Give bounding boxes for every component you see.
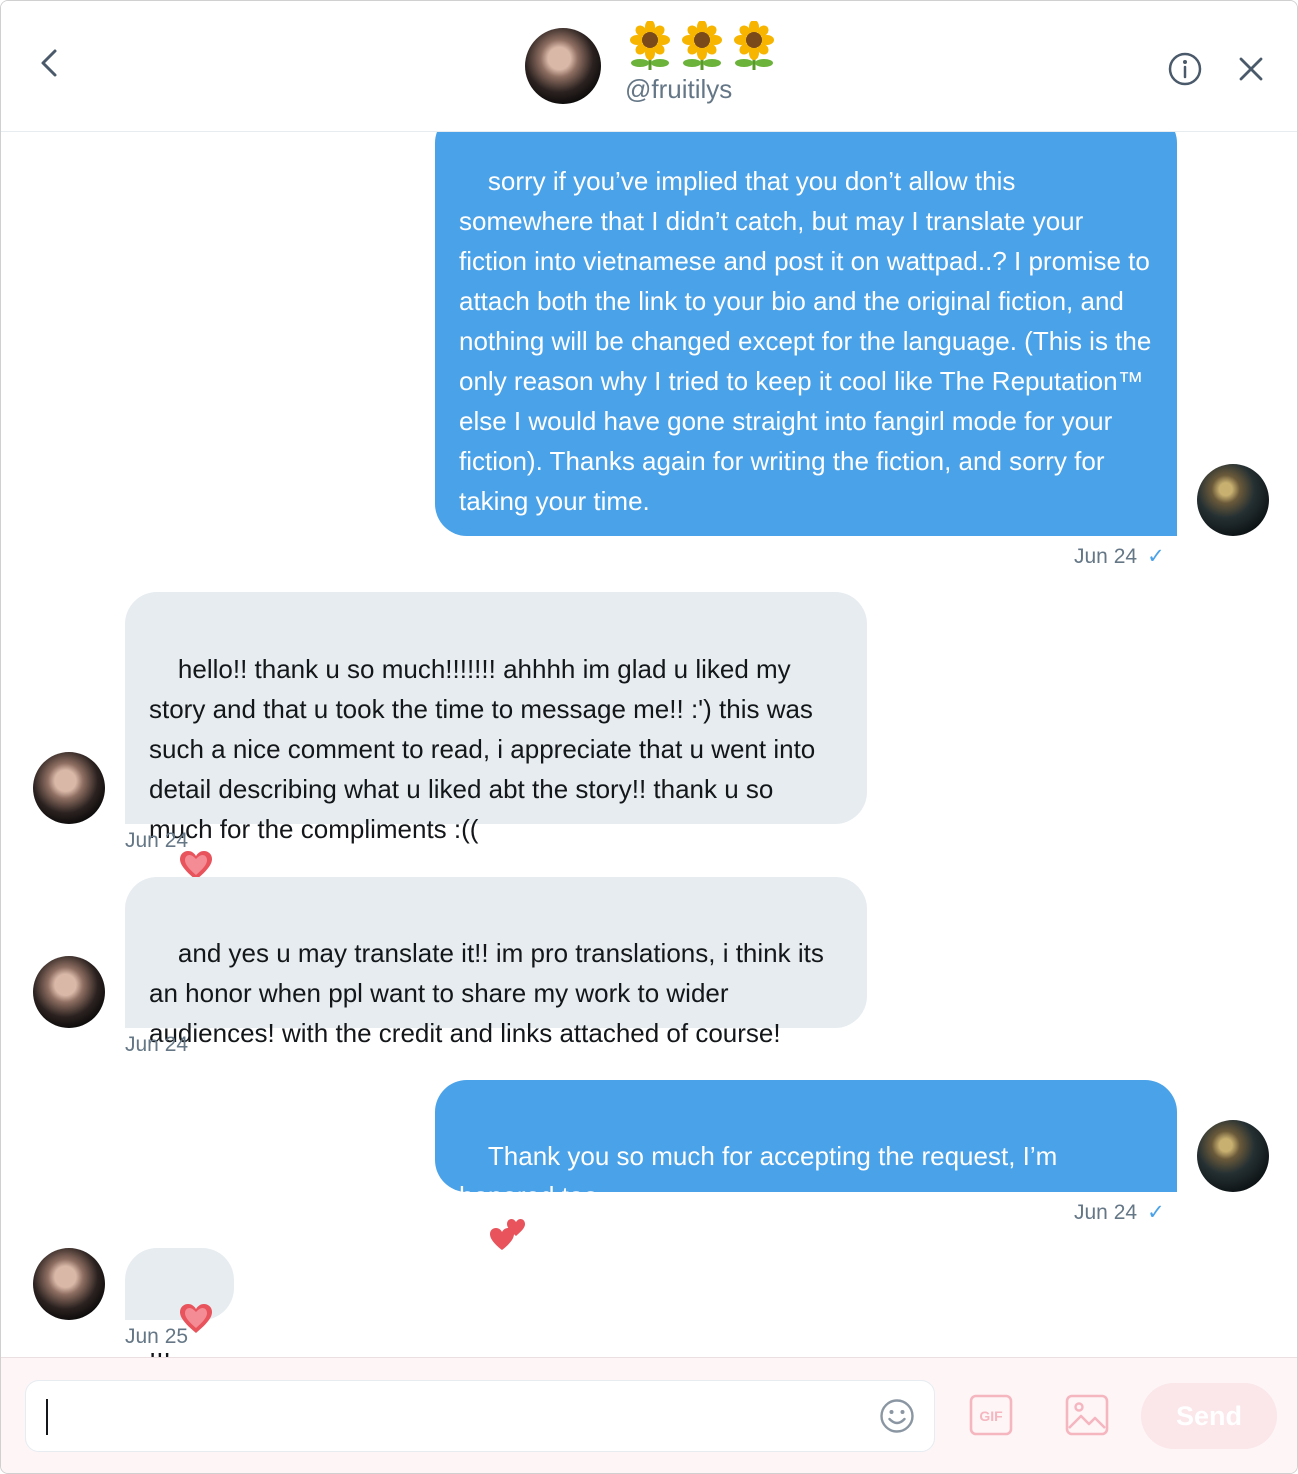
sunflower-emoji-icon <box>682 21 722 70</box>
read-check-icon: ✓ <box>1147 545 1165 568</box>
back-button[interactable] <box>29 41 69 85</box>
message-text: sorry if you’ve implied that you don’t a… <box>459 166 1159 516</box>
sent-message-bubble[interactable]: Thank you so much for accepting the requ… <box>435 1080 1177 1294</box>
smiley-icon <box>880 1399 914 1433</box>
header-avatar[interactable] <box>525 28 601 104</box>
received-message-bubble[interactable]: hello!! thank u so much!!!!!!! ahhhh im … <box>125 592 867 880</box>
two-hearts-emoji-icon <box>489 1219 525 1250</box>
user-handle[interactable]: @fruitilys <box>625 74 732 105</box>
message-timestamp: Jun 24 <box>125 1033 189 1056</box>
message-timestamp: Jun 24 ✓ <box>1074 545 1165 568</box>
message-timestamp: Jun 24 ✓ <box>1074 1201 1165 1224</box>
sender-avatar[interactable] <box>33 752 105 824</box>
display-name[interactable] <box>627 21 777 71</box>
message-text: Thank you so much for accepting the requ… <box>459 1141 1065 1211</box>
dm-window: @fruitilys sorry if you’ve implied that … <box>0 0 1298 1474</box>
my-avatar[interactable] <box>1197 1120 1269 1192</box>
gif-button[interactable]: GIF <box>969 1394 1013 1436</box>
message-text: hello!! thank u so much!!!!!!! ahhhh im … <box>149 654 823 844</box>
message-text: and yes u may translate it!! im pro tran… <box>149 938 832 1048</box>
received-message-bubble[interactable]: and yes u may translate it!! im pro tran… <box>125 877 867 1048</box>
chevron-left-icon <box>41 49 57 77</box>
add-image-button[interactable] <box>1065 1394 1109 1436</box>
conversation-info-button[interactable] <box>1167 51 1203 87</box>
sunflower-emoji-icon <box>734 21 774 70</box>
close-button[interactable] <box>1235 53 1267 85</box>
image-icon <box>1065 1394 1109 1436</box>
text-caret <box>46 1399 48 1435</box>
sent-message-bubble[interactable]: sorry if you’ve implied that you don’t a… <box>435 111 1177 536</box>
conversation-header: @fruitilys <box>1 1 1297 132</box>
read-check-icon: ✓ <box>1147 1201 1165 1224</box>
sender-avatar[interactable] <box>33 1248 105 1320</box>
info-circle-icon <box>1168 52 1202 86</box>
gif-icon: GIF <box>969 1394 1013 1436</box>
sender-avatar[interactable] <box>33 956 105 1028</box>
close-icon <box>1239 57 1263 81</box>
received-message-bubble[interactable]: !!! <box>125 1248 234 1377</box>
sunflower-emoji-icon <box>630 21 670 70</box>
message-timestamp: Jun 24 <box>125 829 189 852</box>
gif-label: GIF <box>979 1408 1003 1424</box>
message-timestamp: Jun 25 <box>125 1325 189 1348</box>
send-button[interactable]: Send <box>1141 1383 1277 1449</box>
my-avatar[interactable] <box>1197 464 1269 536</box>
message-text: I’ll do my best!!! <box>487 1264 669 1294</box>
emoji-picker-button[interactable] <box>878 1397 916 1435</box>
message-input[interactable] <box>25 1380 935 1452</box>
